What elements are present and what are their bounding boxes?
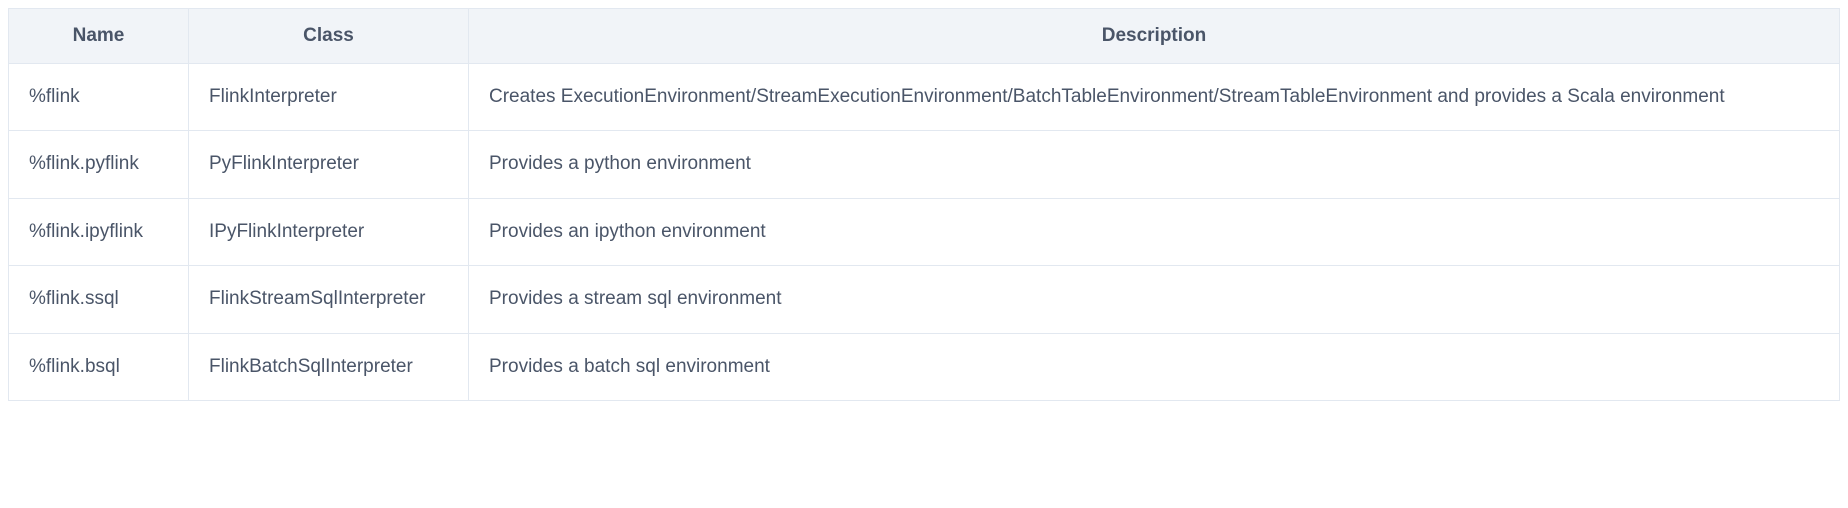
cell-name: %flink.ipyflink <box>9 198 189 265</box>
header-name: Name <box>9 9 189 64</box>
cell-class: FlinkStreamSqlInterpreter <box>189 266 469 333</box>
cell-class: FlinkInterpreter <box>189 64 469 131</box>
table-row: %flink.bsql FlinkBatchSqlInterpreter Pro… <box>9 333 1840 400</box>
cell-name: %flink.ssql <box>9 266 189 333</box>
cell-name: %flink.bsql <box>9 333 189 400</box>
table-row: %flink.ssql FlinkStreamSqlInterpreter Pr… <box>9 266 1840 333</box>
cell-description: Provides a stream sql environment <box>469 266 1840 333</box>
table-header-row: Name Class Description <box>9 9 1840 64</box>
table-row: %flink.ipyflink IPyFlinkInterpreter Prov… <box>9 198 1840 265</box>
interpreters-table: Name Class Description %flink FlinkInter… <box>8 8 1840 401</box>
cell-description: Creates ExecutionEnvironment/StreamExecu… <box>469 64 1840 131</box>
cell-name: %flink.pyflink <box>9 131 189 198</box>
cell-class: IPyFlinkInterpreter <box>189 198 469 265</box>
table-row: %flink FlinkInterpreter Creates Executio… <box>9 64 1840 131</box>
cell-name: %flink <box>9 64 189 131</box>
cell-description: Provides a python environment <box>469 131 1840 198</box>
cell-description: Provides a batch sql environment <box>469 333 1840 400</box>
cell-description: Provides an ipython environment <box>469 198 1840 265</box>
table-body: %flink FlinkInterpreter Creates Executio… <box>9 64 1840 401</box>
cell-class: PyFlinkInterpreter <box>189 131 469 198</box>
header-description: Description <box>469 9 1840 64</box>
header-class: Class <box>189 9 469 64</box>
cell-class: FlinkBatchSqlInterpreter <box>189 333 469 400</box>
table-row: %flink.pyflink PyFlinkInterpreter Provid… <box>9 131 1840 198</box>
